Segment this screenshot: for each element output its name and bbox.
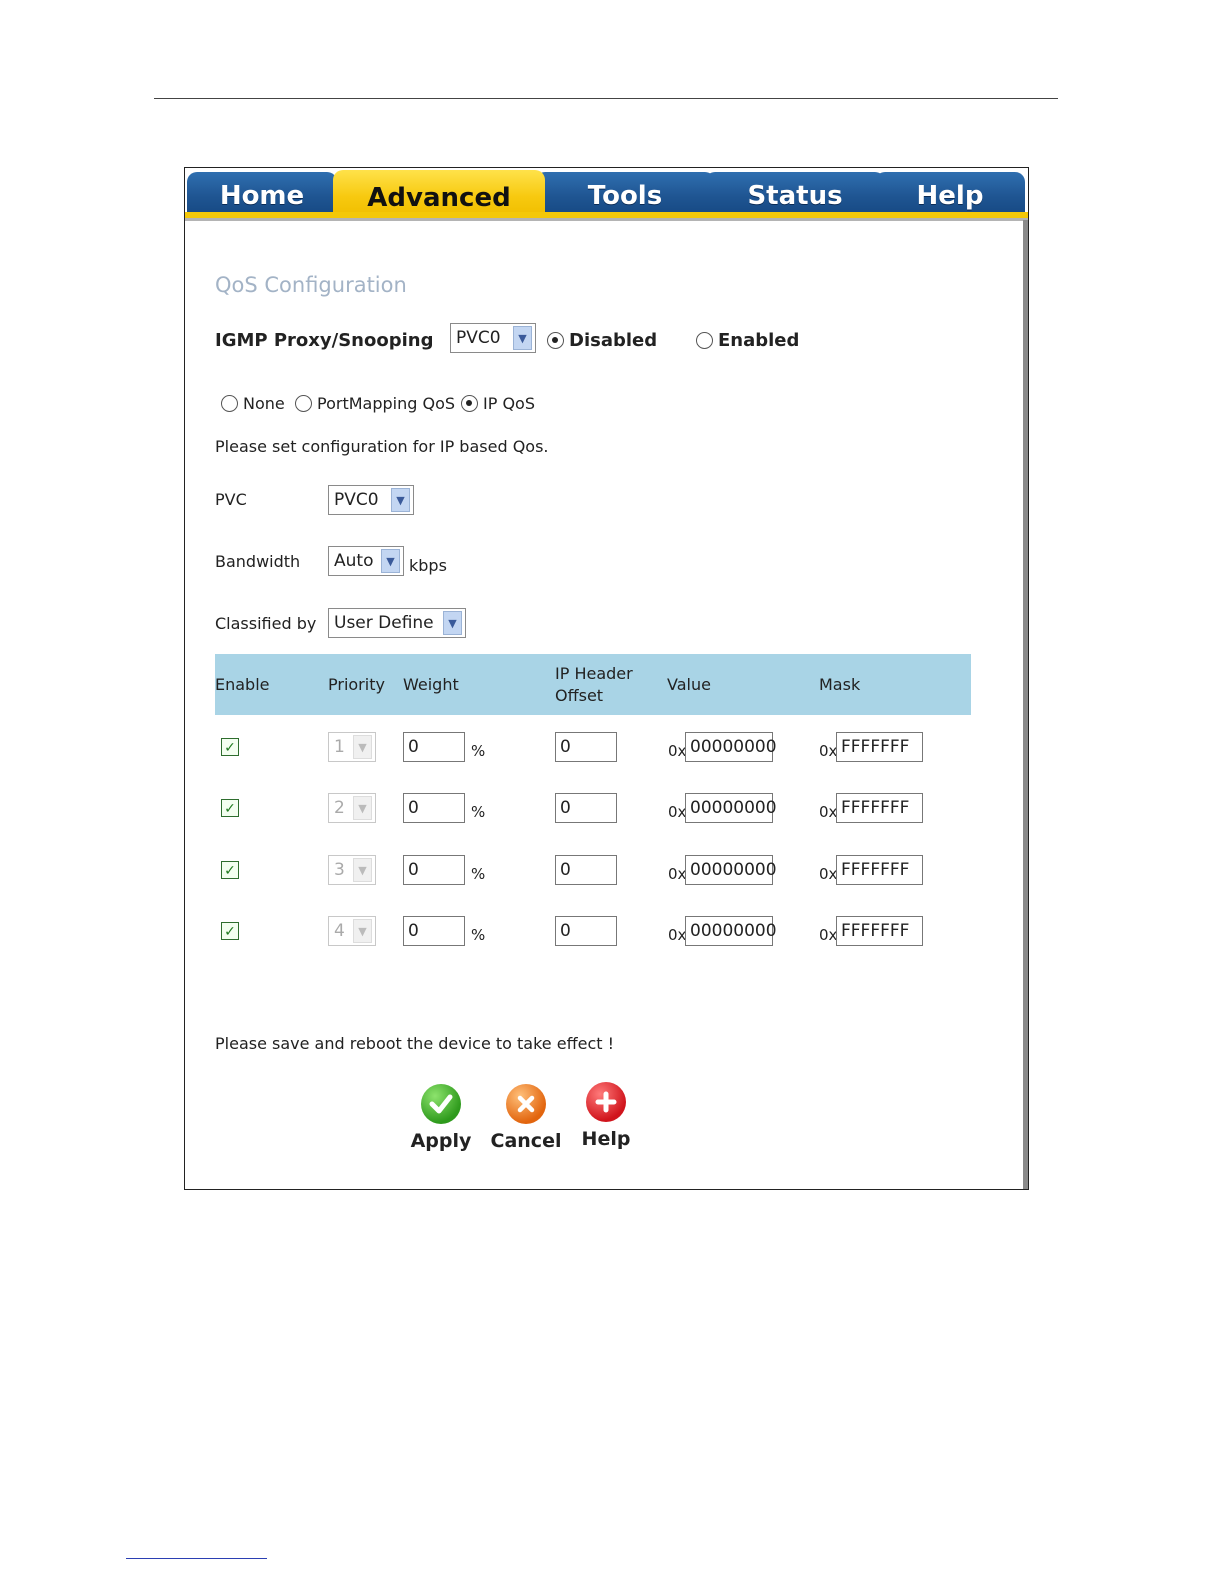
header-offset-line1: IP Header [555,664,633,683]
tab-advanced[interactable]: Advanced [333,170,545,215]
percent-sign: % [471,803,486,821]
frame-shadow [1023,220,1028,1189]
weight-input[interactable]: 0 [403,793,465,823]
hex-prefix: 0x [819,926,838,944]
enable-checkbox[interactable]: ✓ [221,738,239,756]
chevron-down-icon: ▼ [353,796,372,820]
hex-prefix: 0x [819,742,838,760]
enable-checkbox[interactable]: ✓ [221,922,239,940]
chevron-down-icon: ▼ [443,611,462,635]
hex-prefix: 0x [668,742,687,760]
bandwidth-select[interactable]: Auto ▼ [328,546,404,576]
priority-select[interactable]: 2 ▼ [328,793,376,823]
header-priority: Priority [328,675,385,694]
igmp-label: IGMP Proxy/Snooping [215,330,434,351]
percent-sign: % [471,865,486,883]
router-window: Home Status Help Tools Advanced QoS Conf… [184,167,1029,1190]
qos-ip-radio[interactable] [461,395,478,412]
percent-sign: % [471,926,486,944]
priority-select[interactable]: 3 ▼ [328,855,376,885]
igmp-pvc-select[interactable]: PVC0 ▼ [450,323,536,353]
qos-portmapping-option[interactable]: PortMapping QoS [295,394,455,413]
page-title: QoS Configuration [215,273,407,297]
priority-select[interactable]: 1 ▼ [328,732,376,762]
tab-divider [185,218,1028,221]
value-input[interactable]: 00000000 [685,855,777,885]
qos-portmapping-radio[interactable] [295,395,312,412]
offset-input[interactable]: 0 [555,793,617,823]
pvc-label: PVC [215,490,247,509]
igmp-enabled-option[interactable]: Enabled [696,330,799,351]
chevron-down-icon: ▼ [391,488,410,512]
header-value: Value [667,675,711,694]
tab-bar: Home Status Help Tools Advanced [185,168,1028,221]
reboot-note: Please save and reboot the device to tak… [215,1034,615,1053]
chevron-down-icon: ▼ [353,735,372,759]
value-input[interactable]: 00000000 [685,916,777,946]
table-row: ✓ 1 ▼ 0 % 0 0x 00000000 0x FFFFFFF [185,730,985,764]
check-icon [421,1084,461,1124]
hex-prefix: 0x [819,803,838,821]
table-row: ✓ 3 ▼ 0 % 0 0x 00000000 0x FFFFFFF [185,853,985,887]
enable-checkbox[interactable]: ✓ [221,861,239,879]
offset-input[interactable]: 0 [555,732,617,762]
tab-home[interactable]: Home [187,172,337,213]
tab-status[interactable]: Status [705,172,885,213]
hex-prefix: 0x [668,803,687,821]
table-row: ✓ 2 ▼ 0 % 0 0x 00000000 0x FFFFFFF [185,791,985,825]
percent-sign: % [471,742,486,760]
classified-by-label: Classified by [215,614,317,633]
tab-help[interactable]: Help [875,172,1025,213]
bandwidth-unit: kbps [409,556,447,575]
close-icon [506,1084,546,1124]
igmp-disabled-option[interactable]: Disabled [547,330,657,351]
header-mask: Mask [819,675,861,694]
chevron-down-icon: ▼ [353,858,372,882]
qos-ip-option[interactable]: IP QoS [461,394,535,413]
mask-input[interactable]: FFFFFFF [836,793,923,823]
mask-input[interactable]: FFFFFFF [836,732,923,762]
header-offset-line2: Offset [555,686,604,705]
cancel-button[interactable]: Cancel [490,1084,562,1152]
value-input[interactable]: 00000000 [685,732,777,762]
pvc-select[interactable]: PVC0 ▼ [328,485,414,515]
plus-icon [586,1082,626,1122]
offset-input[interactable]: 0 [555,916,617,946]
chevron-down-icon: ▼ [381,549,400,573]
hex-prefix: 0x [668,865,687,883]
qos-table-header: Enable Priority Weight IP Header Offset … [215,654,971,715]
weight-input[interactable]: 0 [403,732,465,762]
value-input[interactable]: 00000000 [685,793,777,823]
classified-by-select[interactable]: User Define ▼ [328,608,466,638]
instructions-text: Please set configuration for IP based Qo… [215,437,549,456]
hex-prefix: 0x [668,926,687,944]
mask-input[interactable]: FFFFFFF [836,916,923,946]
weight-input[interactable]: 0 [403,916,465,946]
page-top-rule [154,98,1058,99]
qos-none-radio[interactable] [221,395,238,412]
header-weight: Weight [403,675,459,694]
priority-select[interactable]: 4 ▼ [328,916,376,946]
help-button[interactable]: Help [571,1082,641,1150]
header-enable: Enable [215,675,270,694]
footer-link-rule [126,1558,267,1559]
hex-prefix: 0x [819,865,838,883]
table-row: ✓ 4 ▼ 0 % 0 0x 00000000 0x FFFFFFF [185,914,985,948]
apply-button[interactable]: Apply [405,1084,477,1152]
igmp-disabled-radio[interactable] [547,332,564,349]
offset-input[interactable]: 0 [555,855,617,885]
chevron-down-icon: ▼ [353,919,372,943]
tab-tools[interactable]: Tools [535,172,715,213]
chevron-down-icon: ▼ [513,326,532,350]
qos-none-option[interactable]: None [221,394,285,413]
bandwidth-label: Bandwidth [215,552,301,571]
weight-input[interactable]: 0 [403,855,465,885]
enable-checkbox[interactable]: ✓ [221,799,239,817]
igmp-enabled-radio[interactable] [696,332,713,349]
mask-input[interactable]: FFFFFFF [836,855,923,885]
